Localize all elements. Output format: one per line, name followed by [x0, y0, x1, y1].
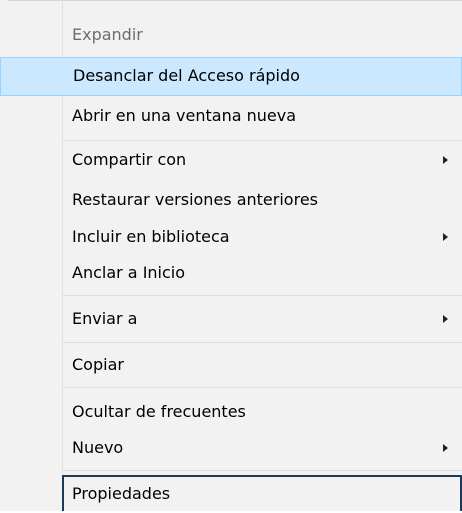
- menu-item-expandir: Expandir: [0, 16, 462, 54]
- menu-item-ocultar-de-frecuentes[interactable]: Ocultar de frecuentes: [0, 393, 462, 431]
- menu-item-desanclar-acceso-rapido[interactable]: Desanclar del Acceso rápido: [0, 57, 462, 96]
- menu-item-compartir-con[interactable]: Compartir con: [0, 141, 462, 179]
- menu-top-border: [8, 0, 462, 1]
- menu-item-label: Ocultar de frecuentes: [72, 402, 246, 421]
- menu-item-label: Nuevo: [72, 438, 124, 457]
- menu-item-label: Incluir en biblioteca: [72, 227, 230, 246]
- context-menu: Expandir Desanclar del Acceso rápido Abr…: [0, 0, 462, 511]
- menu-item-propiedades[interactable]: Propiedades: [62, 475, 462, 511]
- menu-item-label: Compartir con: [72, 150, 187, 169]
- menu-item-enviar-a[interactable]: Enviar a: [0, 300, 462, 338]
- submenu-arrow-icon: [443, 233, 448, 241]
- menu-separator: [63, 470, 462, 471]
- menu-item-label: Restaurar versiones anteriores: [72, 190, 318, 209]
- menu-item-anclar-a-inicio[interactable]: Anclar a Inicio: [0, 254, 462, 292]
- menu-item-label: Copiar: [72, 355, 124, 374]
- menu-item-label: Enviar a: [72, 309, 138, 328]
- menu-item-abrir-ventana-nueva[interactable]: Abrir en una ventana nueva: [0, 97, 462, 135]
- menu-item-label: Propiedades: [72, 484, 171, 503]
- menu-separator: [63, 295, 462, 296]
- menu-item-label: Abrir en una ventana nueva: [72, 106, 296, 125]
- submenu-arrow-icon: [443, 156, 448, 164]
- submenu-arrow-icon: [443, 444, 448, 452]
- menu-item-label: Expandir: [72, 25, 143, 44]
- menu-item-copiar[interactable]: Copiar: [0, 346, 462, 384]
- menu-item-nuevo[interactable]: Nuevo: [0, 429, 462, 467]
- submenu-arrow-icon: [443, 315, 448, 323]
- menu-item-label: Desanclar del Acceso rápido: [73, 66, 300, 85]
- menu-separator: [63, 342, 462, 343]
- menu-item-label: Anclar a Inicio: [72, 263, 186, 282]
- menu-item-restaurar-versiones[interactable]: Restaurar versiones anteriores: [0, 181, 462, 219]
- menu-item-incluir-en-biblioteca[interactable]: Incluir en biblioteca: [0, 218, 462, 256]
- menu-separator: [63, 387, 462, 388]
